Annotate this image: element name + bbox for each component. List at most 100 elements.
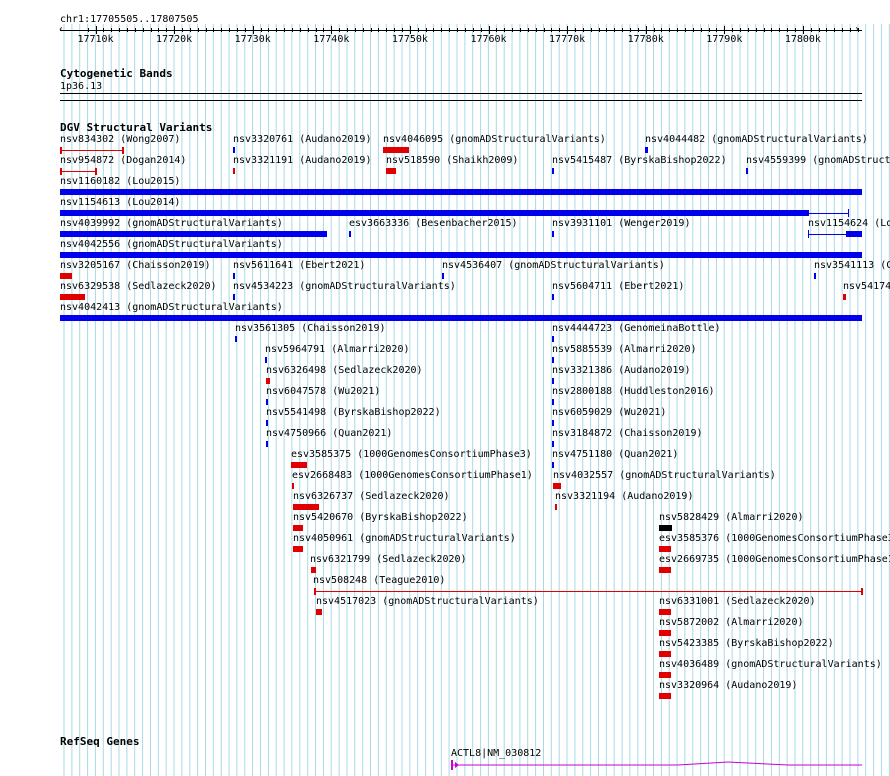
variant-bar[interactable]	[843, 294, 846, 300]
variant-bar[interactable]	[659, 693, 671, 699]
variant-label[interactable]: nsv5417436 (ByrskaBishop2022)	[843, 281, 890, 293]
variant-label[interactable]: nsv3321386 (Audano2019)	[552, 365, 690, 377]
variant-bar[interactable]	[293, 525, 303, 531]
variant-label[interactable]: esv2669735 (1000GenomesConsortiumPhase1)	[659, 554, 890, 566]
variant-bar[interactable]	[659, 567, 671, 573]
variant-label[interactable]: nsv5611641 (Ebert2021)	[233, 260, 365, 272]
variant-bar[interactable]	[552, 462, 554, 468]
variant-label[interactable]: nsv6326498 (Sedlazeck2020)	[266, 365, 423, 377]
variant-bar[interactable]	[552, 336, 554, 342]
variant-bar[interactable]	[659, 546, 671, 552]
variant-label[interactable]: nsv518590 (Shaikh2009)	[386, 155, 518, 167]
variant-bar[interactable]	[659, 609, 671, 615]
variant-label[interactable]: nsv6326737 (Sedlazeck2020)	[293, 491, 450, 503]
variant-label[interactable]: nsv1154613 (Lou2014)	[60, 197, 180, 209]
variant-label[interactable]: nsv4559399 (gnomADStructuralVariants)	[746, 155, 890, 167]
variant-label[interactable]: nsv5964791 (Almarri2020)	[265, 344, 410, 356]
gene-model[interactable]	[448, 758, 864, 772]
variant-bar[interactable]	[555, 504, 557, 510]
variant-label[interactable]: nsv1154624 (Lou2014)	[808, 218, 890, 230]
variant-label[interactable]: nsv4044482 (gnomADStructuralVariants)	[645, 134, 868, 146]
variant-label[interactable]: nsv6329538 (Sedlazeck2020)	[60, 281, 217, 293]
variant-label[interactable]: nsv4036489 (gnomADStructuralVariants)	[659, 659, 882, 671]
variant-label[interactable]: nsv3561305 (Chaisson2019)	[235, 323, 386, 335]
variant-label[interactable]: nsv4444723 (GenomeinaBottle)	[552, 323, 721, 335]
variant-bar[interactable]	[60, 315, 862, 321]
variant-label[interactable]: nsv6331001 (Sedlazeck2020)	[659, 596, 816, 608]
variant-bar[interactable]	[235, 336, 237, 342]
variant-label[interactable]: nsv3931101 (Wenger2019)	[552, 218, 690, 230]
variant-bar[interactable]	[265, 357, 267, 363]
variant-label[interactable]: nsv5541498 (ByrskaBishop2022)	[266, 407, 441, 419]
variant-bar[interactable]	[316, 609, 322, 615]
variant-bar[interactable]	[233, 168, 235, 174]
variant-bar[interactable]	[60, 210, 809, 216]
variant-label[interactable]: nsv5415487 (ByrskaBishop2022)	[552, 155, 727, 167]
variant-label[interactable]: nsv3184872 (Chaisson2019)	[552, 428, 703, 440]
variant-bar[interactable]	[349, 231, 351, 237]
variant-bar[interactable]	[386, 168, 396, 174]
variant-label[interactable]: esv3585376 (1000GenomesConsortiumPhase3)	[659, 533, 890, 545]
variant-label[interactable]: esv3585375 (1000GenomesConsortiumPhase3)	[291, 449, 532, 461]
variant-bar[interactable]	[552, 357, 554, 363]
variant-label[interactable]: nsv3205167 (Chaisson2019)	[60, 260, 211, 272]
variant-label[interactable]: nsv4042413 (gnomADStructuralVariants)	[60, 302, 283, 314]
variant-bar[interactable]	[552, 168, 554, 174]
variant-label[interactable]: nsv3321194 (Audano2019)	[555, 491, 693, 503]
variant-bar[interactable]	[552, 441, 554, 447]
variant-bar[interactable]	[233, 147, 235, 153]
variant-label[interactable]: nsv6059029 (Wu2021)	[552, 407, 666, 419]
variant-bar[interactable]	[659, 672, 671, 678]
variant-bar[interactable]	[293, 504, 319, 510]
variant-label[interactable]: esv2668483 (1000GenomesConsortiumPhase1)	[292, 470, 533, 482]
variant-bar[interactable]	[266, 420, 268, 426]
variant-bar[interactable]	[659, 525, 672, 531]
variant-label[interactable]: nsv5872002 (Almarri2020)	[659, 617, 804, 629]
variant-bar[interactable]	[552, 378, 554, 384]
variant-label[interactable]: nsv1160182 (Lou2015)	[60, 176, 180, 188]
cytoband-label[interactable]: 1p36.13	[60, 81, 102, 93]
variant-label[interactable]: nsv4536407 (gnomADStructuralVariants)	[442, 260, 665, 272]
variant-bar[interactable]	[233, 294, 235, 300]
variant-label[interactable]: nsv4032557 (gnomADStructuralVariants)	[553, 470, 776, 482]
variant-bar[interactable]	[60, 252, 862, 258]
variant-span[interactable]	[60, 171, 96, 172]
variant-bar[interactable]	[311, 567, 316, 573]
variant-bar[interactable]	[746, 168, 748, 174]
variant-label[interactable]: nsv3320964 (Audano2019)	[659, 680, 797, 692]
variant-span[interactable]	[60, 150, 123, 151]
variant-label[interactable]: nsv4039992 (gnomADStructuralVariants)	[60, 218, 283, 230]
right-arrow-icon[interactable]: ›	[854, 24, 860, 36]
variant-bar[interactable]	[291, 462, 307, 468]
variant-label[interactable]: nsv3321191 (Audano2019)	[233, 155, 371, 167]
variant-bar[interactable]	[814, 273, 816, 279]
variant-bar[interactable]	[266, 399, 268, 405]
variant-bar[interactable]	[552, 399, 554, 405]
variant-label[interactable]: nsv508248 (Teague2010)	[313, 575, 445, 587]
variant-bar[interactable]	[552, 420, 554, 426]
variant-bar[interactable]	[552, 231, 554, 237]
variant-label[interactable]: nsv6321799 (Sedlazeck2020)	[310, 554, 467, 566]
variant-bar[interactable]	[659, 651, 671, 657]
variant-bar[interactable]	[292, 483, 294, 489]
variant-label[interactable]: nsv5420670 (ByrskaBishop2022)	[293, 512, 468, 524]
variant-label[interactable]: nsv5604711 (Ebert2021)	[552, 281, 684, 293]
variant-label[interactable]: nsv5828429 (Almarri2020)	[659, 512, 804, 524]
variant-bar[interactable]	[659, 630, 671, 636]
variant-bar[interactable]	[60, 294, 85, 300]
variant-label[interactable]: nsv834302 (Wong2007)	[60, 134, 180, 146]
variant-bar[interactable]	[266, 441, 268, 447]
variant-label[interactable]: nsv4042556 (gnomADStructuralVariants)	[60, 239, 283, 251]
variant-span[interactable]	[314, 591, 862, 592]
variant-bar[interactable]	[233, 273, 235, 279]
variant-label[interactable]: nsv4750966 (Quan2021)	[266, 428, 392, 440]
variant-label[interactable]: nsv4046095 (gnomADStructuralVariants)	[383, 134, 606, 146]
variant-label[interactable]: nsv5423385 (ByrskaBishop2022)	[659, 638, 834, 650]
variant-bar[interactable]	[60, 189, 862, 195]
variant-bar[interactable]	[553, 483, 561, 489]
left-arrow-icon[interactable]: ‹	[58, 24, 64, 36]
variant-bar[interactable]	[552, 294, 554, 300]
variant-label[interactable]: nsv4050961 (gnomADStructuralVariants)	[293, 533, 516, 545]
variant-bar[interactable]	[266, 378, 270, 384]
variant-label[interactable]: nsv5885539 (Almarri2020)	[552, 344, 697, 356]
